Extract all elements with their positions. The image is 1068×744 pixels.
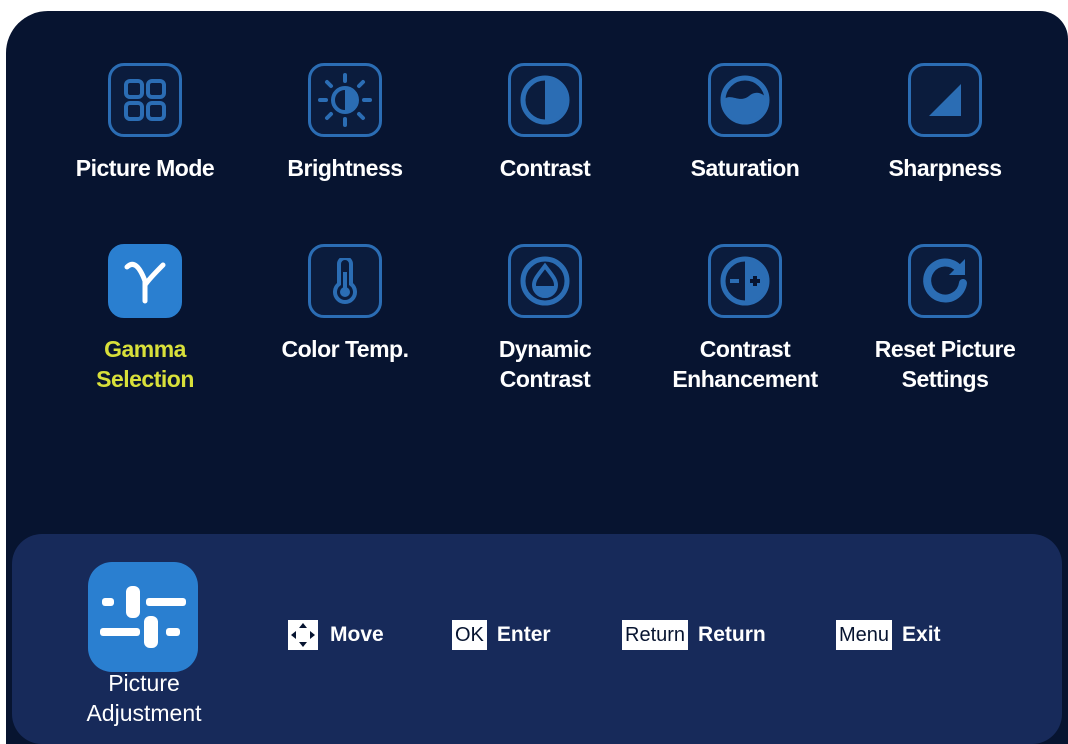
hint-return-text: Return [698, 623, 766, 646]
drop-icon [508, 244, 582, 318]
reset-icon [908, 244, 982, 318]
menu-item-reset-picture-settings[interactable]: Reset Picture Settings [860, 244, 1030, 394]
menu-item-gamma-selection[interactable]: Gamma Selection [60, 244, 230, 394]
menu-item-brightness[interactable]: Brightness [260, 63, 430, 183]
footer-bar: Picture Adjustment Move OK Enter Return … [12, 534, 1062, 744]
menu-item-label: Contrast [499, 155, 591, 181]
menu-item-label: Picture Mode [75, 155, 215, 181]
menu-item-label: Dynamic Contrast [498, 336, 592, 392]
menu-item-label: Sharpness [888, 155, 1002, 181]
grid-icon [108, 63, 182, 137]
section-label: Picture Adjustment [86, 670, 202, 726]
sharpness-icon [908, 63, 982, 137]
contrast-plus-icon [708, 244, 782, 318]
menu-item-picture-mode[interactable]: Picture Mode [60, 63, 230, 183]
dpad-icon [288, 620, 318, 650]
ok-key: OK [452, 620, 487, 650]
menu-key: Menu [836, 620, 893, 650]
menu-item-label: Reset Picture Settings [874, 336, 1016, 392]
menu-item-saturation[interactable]: Saturation [660, 63, 830, 183]
thermometer-icon [308, 244, 382, 318]
osd-menu: Picture Mode Brightness Contrast Saturat… [6, 11, 1068, 744]
hint-exit: Menu Exit [836, 620, 941, 650]
menu-item-label: Saturation [690, 155, 800, 181]
menu-item-label: Contrast Enhancement [672, 336, 818, 392]
menu-item-label: Brightness [287, 155, 403, 181]
hint-enter: OK Enter [452, 620, 551, 650]
menu-item-contrast[interactable]: Contrast [460, 63, 630, 183]
contrast-icon [508, 63, 582, 137]
gamma-icon [108, 244, 182, 318]
saturation-icon [708, 63, 782, 137]
menu-item-color-temp[interactable]: Color Temp. [260, 244, 430, 364]
menu-item-dynamic-contrast[interactable]: Dynamic Contrast [460, 244, 630, 394]
menu-item-label: Color Temp. [281, 336, 409, 362]
hint-exit-text: Exit [902, 623, 941, 646]
hint-move: Move [288, 620, 384, 650]
hint-return: Return Return [622, 620, 766, 650]
menu-item-contrast-enhancement[interactable]: Contrast Enhancement [660, 244, 830, 394]
hint-enter-text: Enter [496, 623, 551, 646]
menu-item-sharpness[interactable]: Sharpness [860, 63, 1030, 183]
brightness-icon [308, 63, 382, 137]
hint-move-text: Move [330, 623, 384, 646]
return-key: Return [622, 620, 689, 650]
sliders-icon [88, 562, 198, 672]
menu-item-label: Gamma Selection [96, 336, 194, 392]
